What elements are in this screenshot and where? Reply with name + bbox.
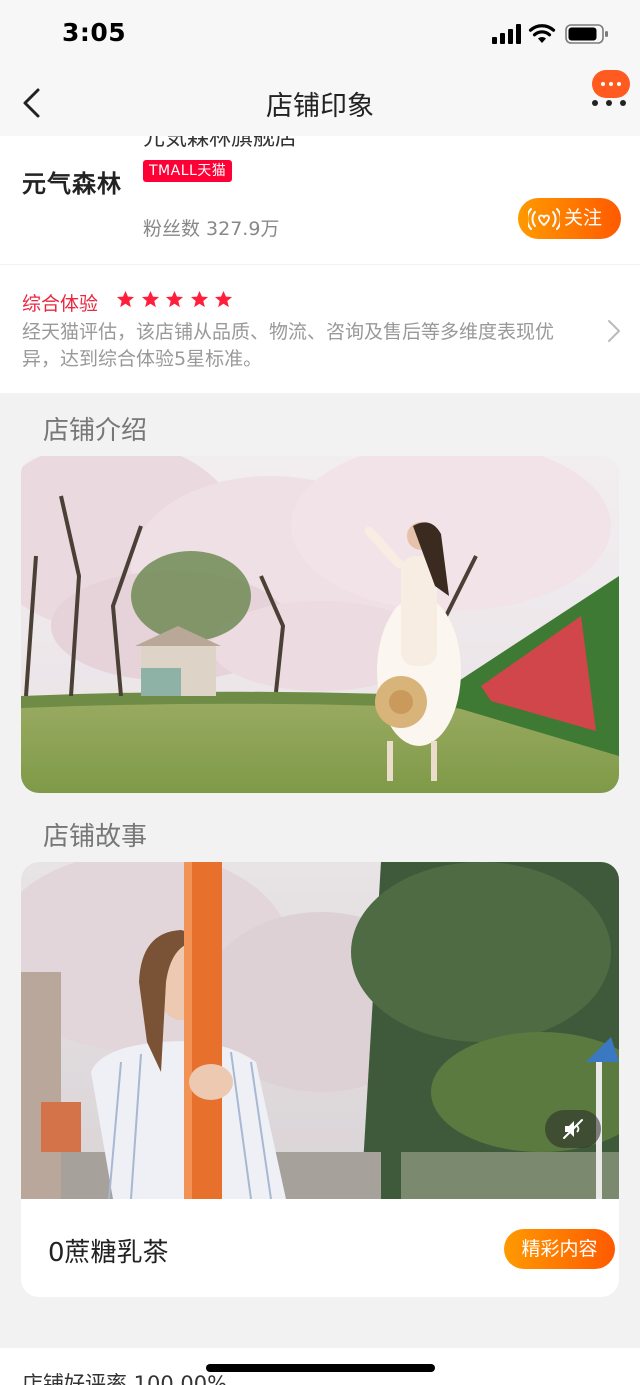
mute-toggle-button[interactable] bbox=[545, 1110, 601, 1148]
star-icon bbox=[166, 290, 184, 308]
rating-stars bbox=[116, 290, 234, 310]
status-time: 3:05 bbox=[62, 18, 127, 47]
heart-broadcast-icon bbox=[528, 208, 560, 230]
chevron-right-icon bbox=[608, 320, 620, 342]
intro-section-title: 店铺介绍 bbox=[43, 416, 148, 446]
shop-intro-image[interactable] bbox=[21, 456, 619, 793]
message-badge-icon bbox=[592, 70, 630, 98]
navigation-bar: 店铺印象 bbox=[0, 70, 640, 136]
follow-label: 关注 bbox=[564, 207, 603, 229]
wifi-icon bbox=[528, 24, 556, 43]
star-icon bbox=[190, 290, 208, 308]
star-icon bbox=[215, 290, 233, 308]
shop-header-card: 元気森林旗舰店 元气森林 TMALL天猫 粉丝数 327.9万 关注 bbox=[0, 136, 640, 264]
shop-name: 元気森林旗舰店 bbox=[143, 136, 298, 151]
cherry-blossom-photo bbox=[21, 456, 619, 793]
rating-card[interactable]: 综合体验 经天猫评估，该店铺从品质、物流、咨询及售后等多维度表现优异，达到综合体… bbox=[0, 265, 640, 393]
story-video[interactable] bbox=[21, 862, 619, 1199]
follow-button[interactable]: 关注 bbox=[518, 198, 621, 239]
tmall-badge: TMALL天猫 bbox=[143, 160, 233, 182]
star-icon bbox=[141, 290, 159, 308]
shop-logo: 元气森林 bbox=[22, 170, 122, 198]
highlight-content-button[interactable]: 精彩内容 bbox=[504, 1229, 615, 1269]
battery-icon bbox=[565, 24, 608, 44]
shop-story-card[interactable]: 0蔗糖乳茶 精彩内容 bbox=[21, 862, 619, 1297]
positive-rate-text: 店铺好评率 100.00% bbox=[22, 1372, 228, 1385]
story-caption: 0蔗糖乳茶 bbox=[48, 1238, 169, 1268]
rating-description: 经天猫评估，该店铺从品质、物流、咨询及售后等多维度表现优异，达到综合体验5星标准… bbox=[22, 321, 555, 370]
more-menu-button[interactable] bbox=[590, 70, 630, 110]
more-dots-icon bbox=[592, 100, 626, 106]
home-indicator[interactable] bbox=[206, 1364, 435, 1372]
muted-speaker-icon bbox=[563, 1119, 583, 1139]
story-video-thumbnail bbox=[21, 862, 619, 1199]
page-title: 店铺印象 bbox=[266, 91, 374, 122]
star-icon bbox=[116, 290, 135, 308]
rating-title: 综合体验 bbox=[22, 293, 99, 315]
status-bar: 3:05 bbox=[0, 0, 640, 70]
story-section-title: 店铺故事 bbox=[43, 822, 148, 852]
fans-count: 粉丝数 327.9万 bbox=[143, 218, 280, 240]
cellular-signal-icon bbox=[492, 24, 521, 44]
